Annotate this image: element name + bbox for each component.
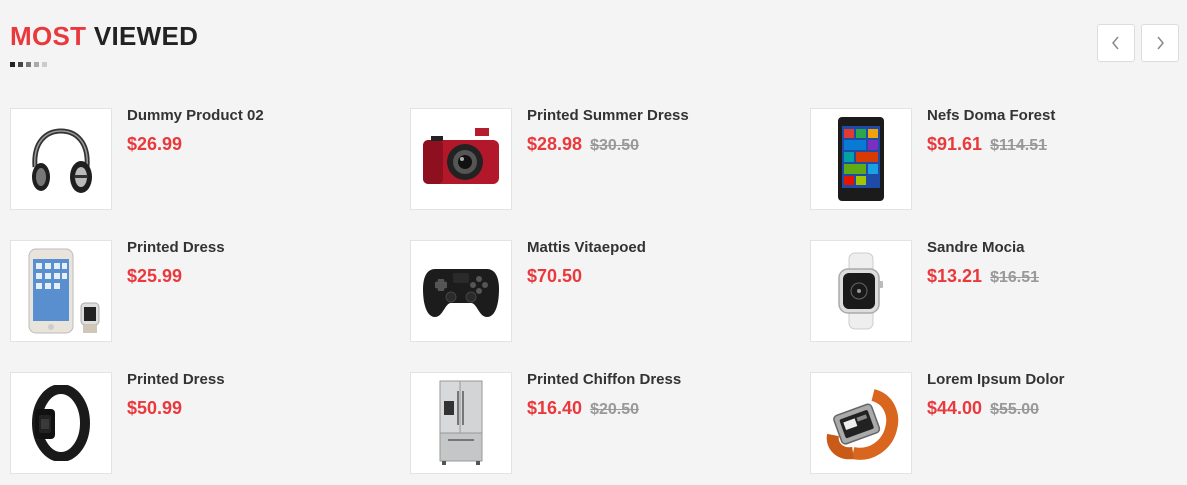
product-price: $70.50	[527, 266, 583, 286]
product-info: Sandre Mocia $13.21 $16.51	[927, 240, 1039, 287]
price-row: $70.50	[527, 266, 646, 287]
product-thumbnail[interactable]	[810, 240, 912, 342]
camera-icon	[423, 128, 499, 184]
product-name[interactable]: Dummy Product 02	[127, 108, 264, 124]
product-grid: Dummy Product 02 $26.99 Printed Summer D…	[10, 108, 1180, 474]
fitness-band-icon	[32, 385, 90, 461]
product-info: Printed Summer Dress $28.98 $30.50	[527, 108, 689, 155]
section-header: MOST VIEWED	[10, 20, 198, 67]
prev-button[interactable]	[1097, 24, 1135, 62]
product-info: Nefs Doma Forest $91.61 $114.51	[927, 108, 1055, 155]
title-rest: VIEWED	[93, 21, 199, 51]
gamepad-icon	[423, 269, 499, 317]
product-thumbnail[interactable]	[410, 108, 512, 210]
product-item: Printed Dress $25.99	[10, 240, 410, 342]
product-info: Lorem Ipsum Dolor $44.00 $55.00	[927, 372, 1065, 419]
headphones-icon	[32, 128, 92, 193]
chevron-right-icon	[1157, 36, 1164, 50]
product-name[interactable]: Printed Dress	[127, 372, 225, 388]
product-item: Lorem Ipsum Dolor $44.00 $55.00	[810, 372, 1180, 474]
old-price: $16.51	[990, 269, 1039, 286]
price-row: $28.98 $30.50	[527, 134, 689, 155]
product-item: Mattis Vitaepoed $70.50	[410, 240, 810, 342]
smartwatch-icon	[838, 252, 883, 330]
product-name[interactable]: Printed Chiffon Dress	[527, 372, 681, 388]
product-name[interactable]: Printed Summer Dress	[527, 108, 689, 124]
product-info: Dummy Product 02 $26.99	[127, 108, 264, 155]
product-price: $26.99	[127, 134, 183, 154]
price-row: $91.61 $114.51	[927, 134, 1055, 155]
dot	[18, 62, 23, 67]
product-item: Printed Dress $50.99	[10, 372, 410, 474]
product-thumbnail[interactable]	[10, 372, 112, 474]
product-item: Printed Summer Dress $28.98 $30.50	[410, 108, 810, 210]
product-price: $44.00	[927, 398, 983, 418]
dot	[34, 62, 39, 67]
dot	[10, 62, 15, 67]
title-accent: MOST	[10, 21, 87, 51]
product-name[interactable]: Nefs Doma Forest	[927, 108, 1055, 124]
product-thumbnail[interactable]	[10, 108, 112, 210]
product-item: Dummy Product 02 $26.99	[10, 108, 410, 210]
product-name[interactable]: Printed Dress	[127, 240, 225, 256]
product-name[interactable]: Sandre Mocia	[927, 240, 1039, 256]
product-name[interactable]: Lorem Ipsum Dolor	[927, 372, 1065, 388]
price-row: $50.99	[127, 398, 225, 419]
product-item: Printed Chiffon Dress $16.40 $20.50	[410, 372, 810, 474]
product-info: Printed Dress $25.99	[127, 240, 225, 287]
product-price: $16.40	[527, 398, 583, 418]
old-price: $20.50	[590, 401, 639, 418]
product-thumbnail[interactable]	[810, 108, 912, 210]
phone-and-watch-icon	[28, 248, 100, 334]
carousel-nav	[1097, 24, 1179, 62]
title-underline-dots	[10, 62, 198, 67]
product-price: $91.61	[927, 134, 983, 154]
product-item: Sandre Mocia $13.21 $16.51	[810, 240, 1180, 342]
old-price: $55.00	[990, 401, 1039, 418]
product-thumbnail[interactable]	[10, 240, 112, 342]
price-row: $26.99	[127, 134, 264, 155]
product-thumbnail[interactable]	[810, 372, 912, 474]
chevron-left-icon	[1112, 36, 1119, 50]
price-row: $25.99	[127, 266, 225, 287]
dot	[42, 62, 47, 67]
wrist-watch-icon	[826, 389, 899, 460]
product-price: $50.99	[127, 398, 183, 418]
section-title: MOST VIEWED	[10, 20, 198, 52]
product-price: $13.21	[927, 266, 983, 286]
product-info: Mattis Vitaepoed $70.50	[527, 240, 646, 287]
price-row: $13.21 $16.51	[927, 266, 1039, 287]
price-row: $16.40 $20.50	[527, 398, 681, 419]
product-price: $28.98	[527, 134, 583, 154]
product-info: Printed Dress $50.99	[127, 372, 225, 419]
product-thumbnail[interactable]	[410, 240, 512, 342]
old-price: $114.51	[990, 137, 1048, 154]
product-info: Printed Chiffon Dress $16.40 $20.50	[527, 372, 681, 419]
price-row: $44.00 $55.00	[927, 398, 1065, 419]
product-price: $25.99	[127, 266, 183, 286]
product-item: Nefs Doma Forest $91.61 $114.51	[810, 108, 1180, 210]
next-button[interactable]	[1141, 24, 1179, 62]
dot	[26, 62, 31, 67]
product-name[interactable]: Mattis Vitaepoed	[527, 240, 646, 256]
smartphone-icon	[838, 117, 884, 201]
product-thumbnail[interactable]	[410, 372, 512, 474]
old-price: $30.50	[590, 137, 639, 154]
refrigerator-icon	[439, 380, 483, 465]
